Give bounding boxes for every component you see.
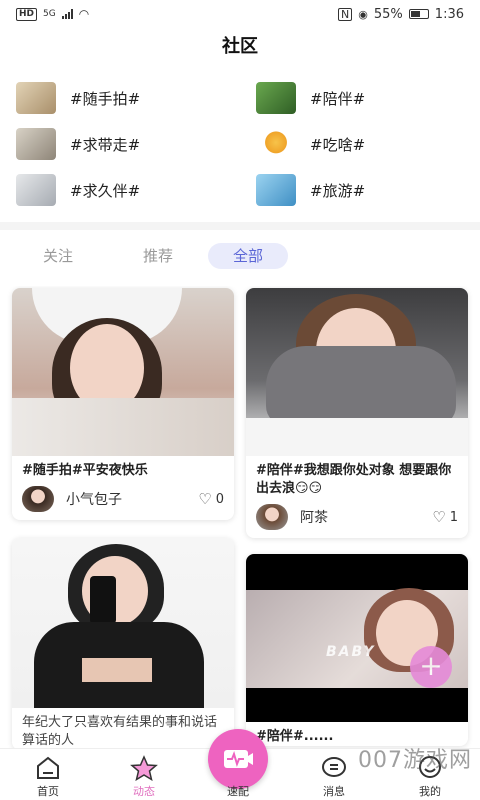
topic-label: #随手拍# [70, 89, 141, 108]
topic-label: #吃啥# [310, 135, 366, 154]
battery-icon [408, 9, 429, 19]
tab-all[interactable]: 全部 [208, 243, 288, 269]
post-photo [12, 538, 234, 708]
location-icon: ◉ [358, 7, 368, 21]
battery-percent: 55% [373, 6, 403, 22]
like-button[interactable]: ♡ 0 [198, 490, 224, 508]
nav-label: 我的 [419, 785, 441, 798]
nfc-icon: N [338, 7, 353, 21]
topic-thumbnail [256, 128, 296, 160]
post-photo [12, 288, 234, 456]
topic-thumbnail [256, 82, 296, 114]
home-icon [37, 756, 59, 779]
topic-item[interactable]: #求带走# [16, 126, 140, 162]
post-text: 年纪大了只喜欢有结果的事和说话算话的人 [22, 715, 218, 748]
topic-thumbnail [16, 128, 56, 160]
post-photo: BABY + [246, 554, 468, 722]
page-title: 社区 [222, 36, 258, 57]
chat-icon [322, 757, 346, 777]
section-divider [0, 222, 480, 230]
tab-recommended[interactable]: 推荐 [122, 243, 194, 269]
status-bar: HD 5G ◠ N ◉ 55% 1:36 [0, 0, 480, 28]
pulse-icon [224, 750, 253, 768]
topic-label: #求久伴# [70, 181, 141, 200]
hd-indicator: HD [16, 7, 38, 21]
wifi-icon: ◠ [78, 7, 90, 21]
like-count: 1 [449, 509, 458, 525]
post-card[interactable]: #随手拍#平安夜快乐 小气包子 ♡ 0 [12, 288, 234, 520]
signal-icon [61, 9, 73, 19]
star-icon [130, 755, 158, 781]
post-card[interactable]: 年纪大了只喜欢有结果的事和说话算话的人 [12, 538, 234, 748]
topic-item[interactable]: #陪伴# [256, 80, 365, 116]
photo-caption: BABY [326, 644, 376, 660]
topic-item[interactable]: #随手拍# [16, 80, 140, 116]
topic-item[interactable]: #求久伴# [16, 172, 140, 208]
nav-match-button[interactable] [208, 729, 268, 789]
post-footer: 小气包子 ♡ 0 [12, 480, 234, 520]
like-count: 0 [215, 491, 224, 507]
nav-feed[interactable]: 动态 [114, 755, 174, 799]
post-footer: 阿茶 ♡ 1 [246, 498, 468, 538]
nav-messages[interactable]: 消息 [304, 755, 364, 799]
feed-tabs: 关注 推荐 全部 [0, 240, 480, 272]
post-card[interactable]: BABY + #陪伴#...... [246, 554, 468, 746]
topic-label: #陪伴# [310, 89, 366, 108]
avatar[interactable] [22, 486, 54, 512]
topic-label: #求带走# [70, 135, 141, 154]
like-button[interactable]: ♡ 1 [432, 508, 458, 526]
topic-thumbnail [16, 82, 56, 114]
topic-label: #旅游# [310, 181, 366, 200]
topic-thumbnail [256, 174, 296, 206]
nav-label: 首页 [37, 785, 59, 798]
topic-thumbnail [16, 174, 56, 206]
topic-item[interactable]: #旅游# [256, 172, 365, 208]
network-type: 5G [43, 9, 56, 19]
heart-icon: ♡ [198, 490, 212, 508]
post-text: #随手拍#平安夜快乐 [22, 463, 148, 478]
nav-label: 消息 [323, 785, 345, 798]
post-card[interactable]: #陪伴#我想跟你处对象 想要跟你出去浪😏😏 阿茶 ♡ 1 [246, 288, 468, 538]
author-name[interactable]: 小气包子 [66, 489, 198, 509]
author-name[interactable]: 阿茶 [300, 507, 432, 527]
tab-following[interactable]: 关注 [22, 243, 94, 269]
nav-label: 速配 [227, 785, 249, 798]
post-photo [246, 288, 468, 456]
nav-home[interactable]: 首页 [18, 755, 78, 799]
post-feed: #随手拍#平安夜快乐 小气包子 ♡ 0 #陪伴#我想跟你处对象 想要跟你出去浪😏… [0, 286, 480, 748]
nav-label: 动态 [133, 785, 155, 798]
add-post-button[interactable]: + [410, 646, 452, 688]
heart-icon: ♡ [432, 508, 446, 526]
topic-item[interactable]: #吃啥# [256, 126, 365, 162]
post-text: #陪伴#我想跟你处对象 想要跟你出去浪😏😏 [256, 463, 452, 496]
avatar[interactable] [256, 504, 288, 530]
clock: 1:36 [434, 6, 464, 22]
watermark: 007游戏网 [358, 748, 472, 773]
